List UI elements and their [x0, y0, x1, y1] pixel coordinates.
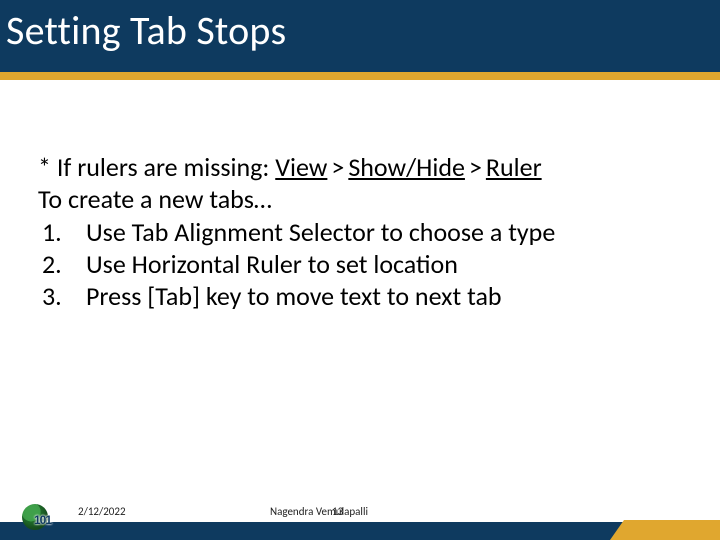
- ruler-note: * If rulers are missing: View>Show/Hide>…: [38, 152, 688, 184]
- step-text: Use Horizontal Ruler to set location: [86, 249, 458, 281]
- accent-bar: [0, 72, 720, 80]
- note-prefix: * If rulers are missing:: [38, 151, 275, 183]
- separator-2: >: [465, 151, 486, 183]
- step-text: Use Tab Alignment Selector to choose a t…: [86, 217, 555, 249]
- steps-list: 1.Use Tab Alignment Selector to choose a…: [38, 217, 688, 312]
- slide: Setting Tab Stops * If rulers are missin…: [0, 0, 720, 540]
- menu-ruler: Ruler: [486, 151, 542, 183]
- body-text: * If rulers are missing: View>Show/Hide>…: [38, 152, 688, 313]
- list-item: 1.Use Tab Alignment Selector to choose a…: [38, 217, 688, 249]
- logo-text: 101: [34, 514, 51, 526]
- step-number: 3.: [38, 281, 86, 313]
- title-bar: Setting Tab Stops: [0, 0, 720, 72]
- footer-date: 2/12/2022: [78, 505, 126, 518]
- logo: 101: [22, 504, 58, 532]
- list-item: 2.Use Horizontal Ruler to set location: [38, 249, 688, 281]
- separator-1: >: [327, 151, 348, 183]
- step-number: 2.: [38, 249, 86, 281]
- menu-view: View: [275, 151, 327, 183]
- footer-page-number: 13: [332, 505, 343, 518]
- menu-showhide: Show/Hide: [348, 151, 465, 183]
- list-item: 3.Press [Tab] key to move text to next t…: [38, 281, 688, 313]
- footer-accent: [610, 520, 720, 540]
- step-number: 1.: [38, 217, 86, 249]
- footer: 2/12/2022 Nagendra Vemulapalli 13 101: [0, 500, 720, 540]
- slide-title: Setting Tab Stops: [6, 6, 286, 55]
- step-text: Press [Tab] key to move text to next tab: [86, 281, 502, 313]
- intro-line: To create a new tabs…: [38, 184, 688, 216]
- footer-author: Nagendra Vemulapalli: [270, 505, 368, 518]
